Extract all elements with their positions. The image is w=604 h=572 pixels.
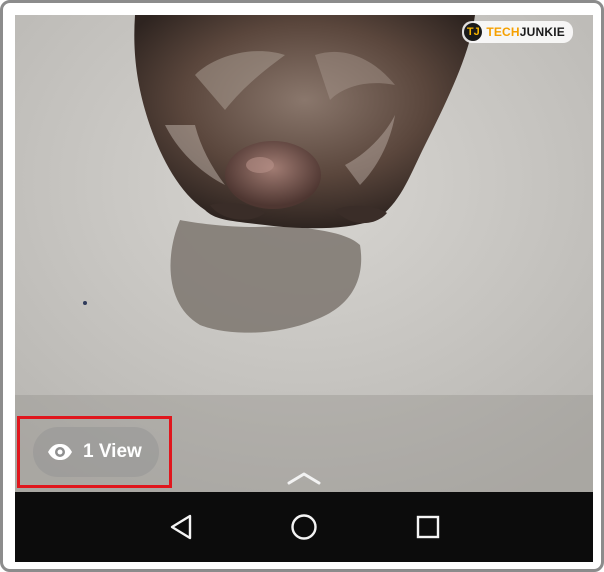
- recent-apps-square-icon[interactable]: [413, 512, 443, 542]
- android-navigation-bar: [15, 492, 593, 562]
- home-circle-icon[interactable]: [289, 512, 319, 542]
- chevron-up-icon[interactable]: [287, 471, 321, 485]
- techjunkie-watermark: TJ TECHJUNKIE: [462, 21, 573, 43]
- techjunkie-brand: TECHJUNKIE: [486, 25, 565, 39]
- phone-screen: TJ TECHJUNKIE 1 View: [15, 15, 593, 562]
- highlight-box: [17, 416, 172, 488]
- brand-prefix: TECH: [486, 25, 520, 39]
- back-triangle-icon[interactable]: [166, 512, 196, 542]
- screenshot-frame: TJ TECHJUNKIE 1 View: [0, 0, 604, 572]
- brand-suffix: JUNKIE: [519, 25, 565, 39]
- techjunkie-logo-icon: TJ: [464, 23, 483, 41]
